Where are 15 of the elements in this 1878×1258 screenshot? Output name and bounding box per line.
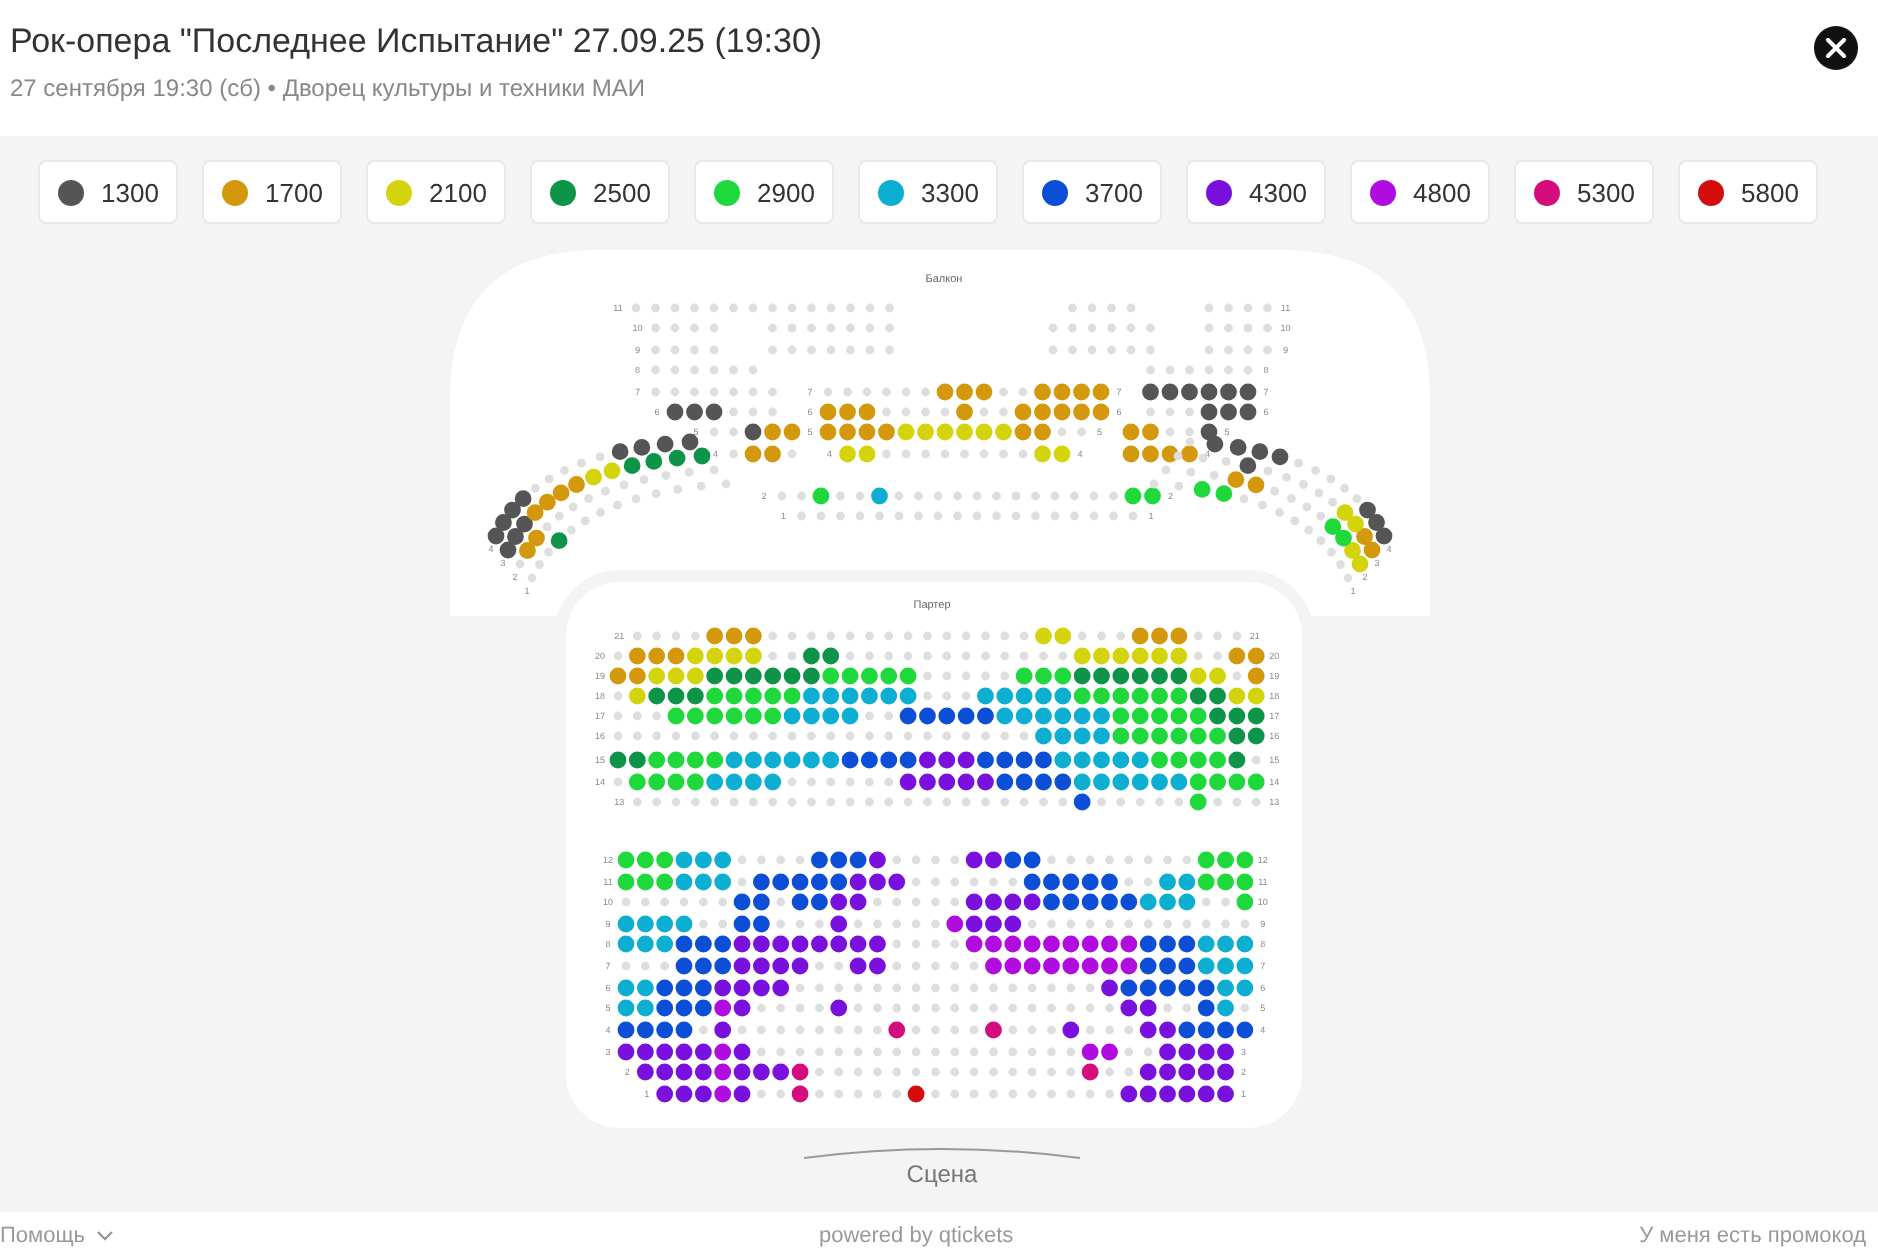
price-filter[interactable]: 5800	[1678, 160, 1818, 224]
event-subtitle: 27 сентября 19:30 (сб) • Дворец культуры и техники МАИ	[10, 74, 648, 102]
price-filter[interactable]: 4300	[1186, 160, 1326, 224]
price-filter[interactable]: 4800	[1350, 160, 1490, 224]
price-filter[interactable]: 3700	[1022, 160, 1162, 224]
price-filter[interactable]: 1300	[38, 160, 178, 224]
event-title: Рок-опера "Последнее Испытание" 27.09.25 (19:30)	[10, 20, 823, 64]
price-filter[interactable]: 1700	[202, 160, 342, 224]
stage-label: Сцена	[906, 1160, 978, 1188]
price-filter[interactable]: 5300	[1514, 160, 1654, 224]
powered-by-text: powered by qtickets	[818, 1223, 1014, 1247]
price-filter[interactable]: 3300	[858, 160, 998, 224]
price-filter[interactable]: 2500	[530, 160, 670, 224]
price-filter[interactable]: 2100	[366, 160, 506, 224]
price-filter[interactable]: 2900	[694, 160, 834, 224]
